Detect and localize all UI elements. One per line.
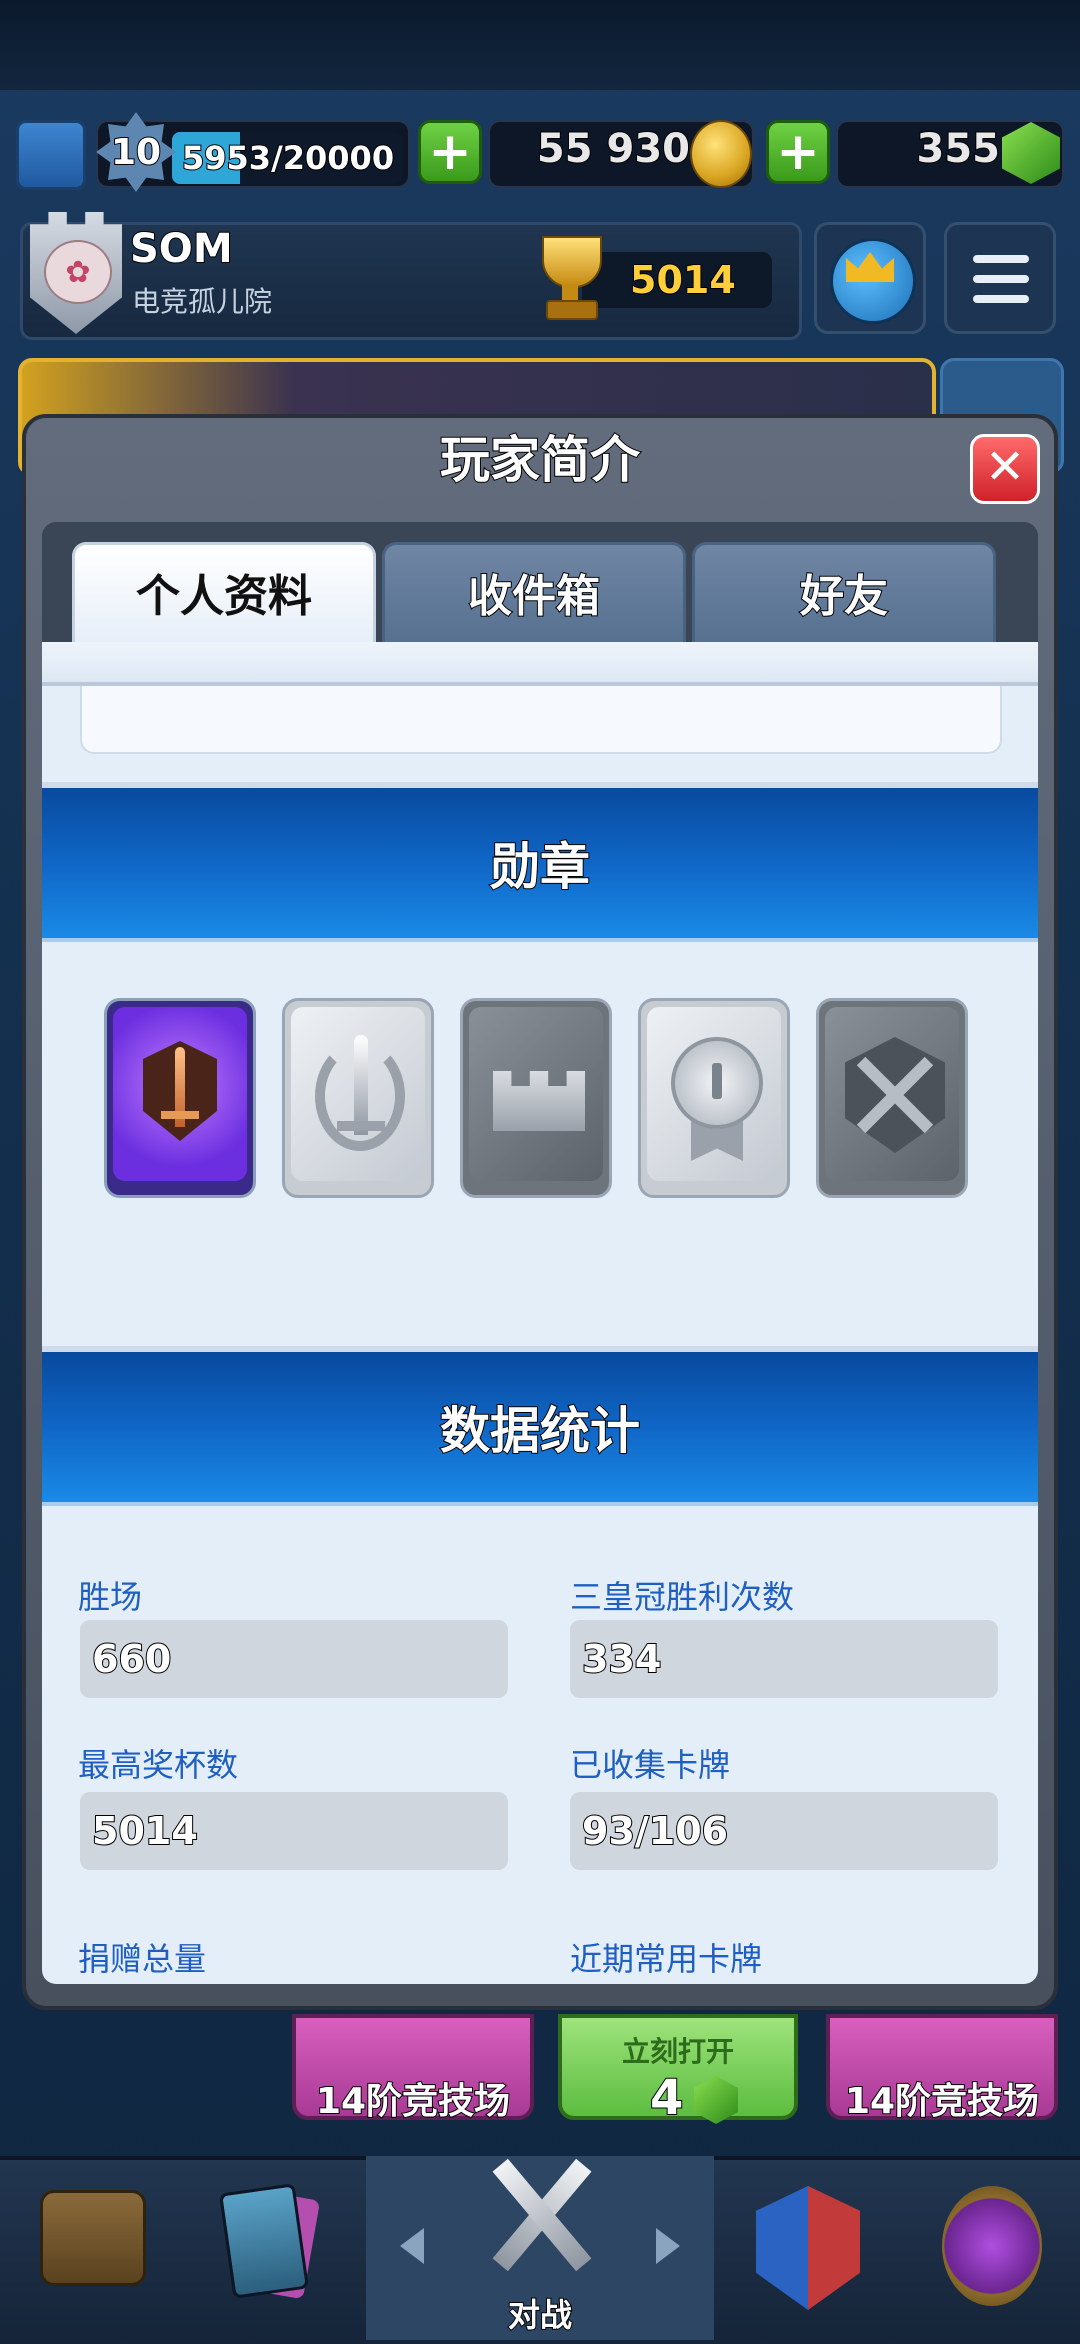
menu-icon xyxy=(973,255,1029,263)
crown-badge-icon xyxy=(493,1071,585,1131)
add-gems-button[interactable]: + xyxy=(766,120,830,184)
add-gold-button[interactable]: + xyxy=(418,120,482,184)
nav-shop[interactable] xyxy=(0,2160,180,2340)
gold-coin-icon xyxy=(690,120,752,188)
king-tower-icon[interactable] xyxy=(16,120,86,190)
stat-label-three-crown-wins: 三皇冠胜利次数 xyxy=(570,1578,795,1616)
badges-header: 勋章 xyxy=(42,782,1038,942)
nav-clan[interactable] xyxy=(716,2160,898,2340)
trophy-count: 5014 xyxy=(629,257,737,303)
chest-label: 14阶竞技场 xyxy=(315,2080,511,2123)
nav-events[interactable] xyxy=(898,2160,1080,2340)
stat-label-recent-cards: 近期常用卡牌 xyxy=(570,1940,763,1978)
stat-value-cards-collected: 93/106 xyxy=(570,1792,998,1870)
trophy-icon xyxy=(532,236,608,320)
clan-icon xyxy=(756,2186,860,2310)
tab-friends[interactable]: 好友 xyxy=(692,542,996,646)
gold-value: 55 930 xyxy=(536,125,691,173)
badge-item[interactable] xyxy=(104,998,256,1198)
stat-label-wins: 胜场 xyxy=(78,1578,143,1616)
open-now-label: 立刻打开 xyxy=(621,2035,734,2068)
profile-content[interactable]: 勋章 数据统计 胜场 660 三皇冠胜利次数 334 最高奖杯数 5014 已收… xyxy=(42,642,1038,1984)
trophy-road-icon xyxy=(942,2186,1042,2306)
battle-label: 对战 xyxy=(507,2295,573,2335)
tab-inbox[interactable]: 收件箱 xyxy=(382,542,686,646)
chest-label: 14阶竞技场 xyxy=(844,2080,1040,2123)
xp-bar: 5953/20000 xyxy=(172,132,402,184)
status-bar xyxy=(0,0,1080,90)
cards-icon xyxy=(218,2183,310,2299)
level-text: 10 xyxy=(110,131,162,174)
tab-profile[interactable]: 个人资料 xyxy=(72,542,376,646)
chest-shop-icon xyxy=(40,2190,146,2286)
nav-cards[interactable] xyxy=(182,2160,364,2340)
open-cost: 4 xyxy=(649,2069,684,2127)
badge-item[interactable] xyxy=(638,998,790,1198)
stats-header: 数据统计 xyxy=(42,1346,1038,1506)
player-name: SOM xyxy=(129,225,234,273)
stat-label-total-donations: 捐赠总量 xyxy=(78,1940,207,1978)
stat-value-three-crown-wins: 334 xyxy=(570,1620,998,1698)
badge-item[interactable] xyxy=(460,998,612,1198)
resource-bar: 5953/20000 10 + 55 930 + 355 xyxy=(0,112,1080,192)
badge-item[interactable] xyxy=(816,998,968,1198)
stat-label-cards-collected: 已收集卡牌 xyxy=(570,1746,731,1784)
close-button[interactable]: ✕ xyxy=(970,434,1040,504)
xp-text: 5953/20000 xyxy=(181,138,395,178)
modal-title: 玩家简介 xyxy=(439,430,641,490)
stat-value-wins: 660 xyxy=(80,1620,508,1698)
badge-item[interactable] xyxy=(282,998,434,1198)
chevron-right-icon[interactable] xyxy=(656,2228,680,2264)
level-badge: 10 xyxy=(96,112,176,192)
menu-button[interactable] xyxy=(944,222,1056,334)
chevron-left-icon[interactable] xyxy=(400,2228,424,2264)
stat-value-best-trophies: 5014 xyxy=(80,1792,508,1870)
stat-label-best-trophies: 最高奖杯数 xyxy=(78,1746,239,1784)
clan-name: 电竞孤儿院 xyxy=(132,285,273,318)
gems-value: 355 xyxy=(916,125,1002,173)
clan-badge-icon: ✿ xyxy=(44,240,112,304)
scroll-top-divider xyxy=(42,642,1038,686)
